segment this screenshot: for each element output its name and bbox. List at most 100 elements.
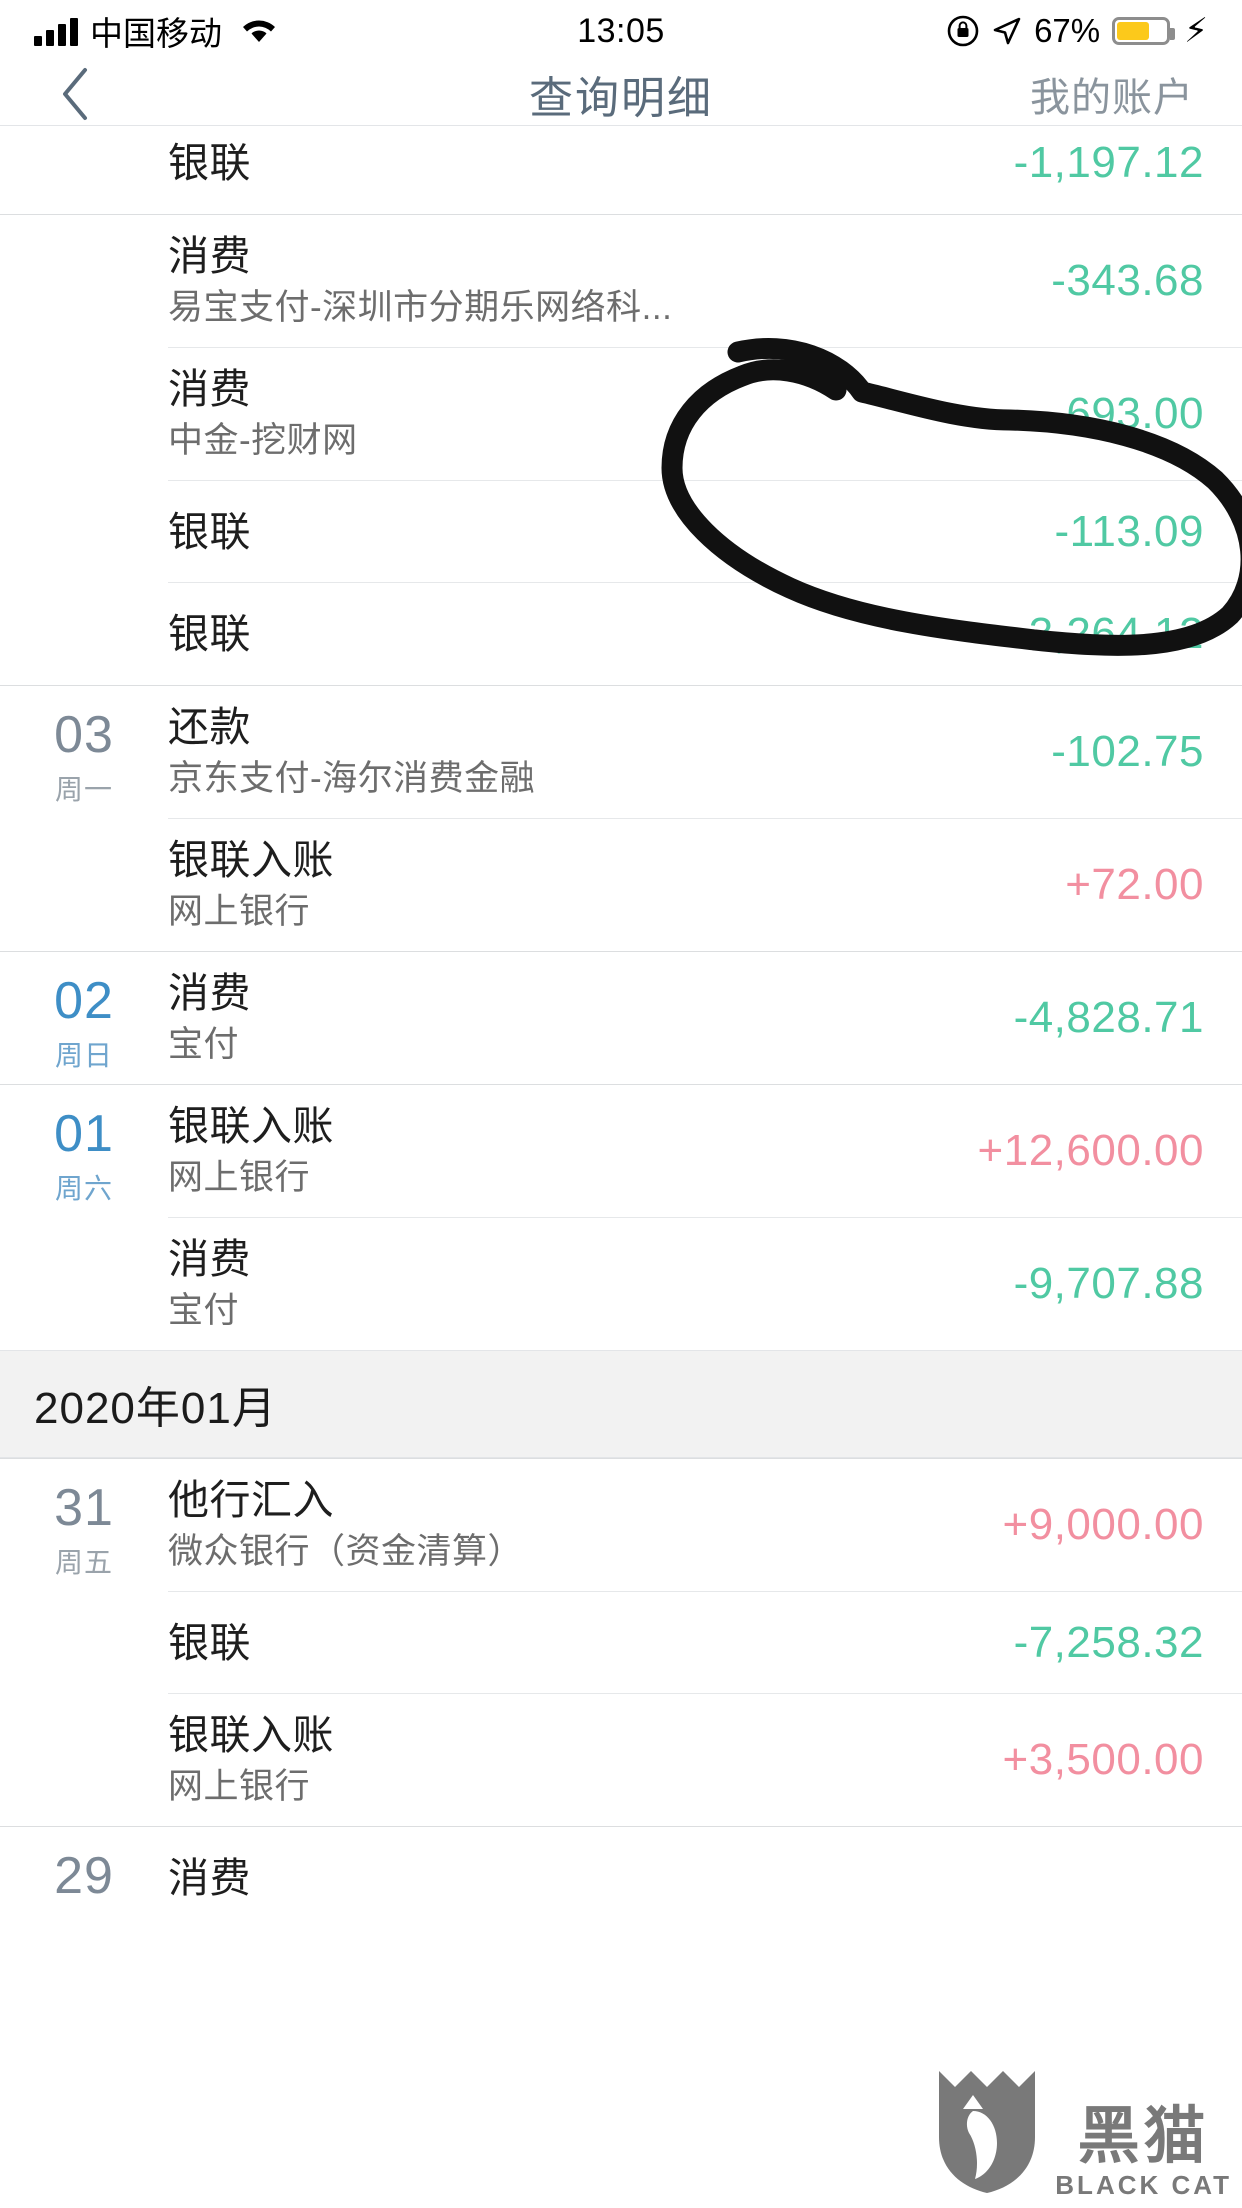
status-bar: 中国移动 13:05 67% ⚡ (0, 0, 1242, 62)
my-account-link[interactable]: 我的账户 (1030, 65, 1194, 123)
transaction-title: 银联 (168, 508, 251, 555)
date-column: 01 周六 (0, 1085, 168, 1350)
transaction-rows: 消费 易宝支付-深圳市分期乐网络科... -343.68 消费 中金-挖财网 -693.0… (168, 215, 1242, 685)
transaction-rows: 消费 宝付 -4,828.71 (168, 952, 1242, 1084)
transaction-text: 银联入账 网上银行 (168, 819, 1065, 951)
transaction-subtitle: 宝付 (168, 1291, 240, 1330)
transaction-amount: +3,500.00 (1002, 1735, 1204, 1784)
transaction-rows: 他行汇入 微众银行（资金清算） +9,000.00 银联 -7,258.32 银联入账 网上… (168, 1459, 1242, 1826)
transaction-text: 银联入账 网上银行 (168, 1085, 978, 1217)
transaction-groups: 银联 -1,197.12 消费 易宝支付-深圳市分期乐网络科... -343.68 消费中… (0, 126, 1242, 1350)
watermark-text: 黑猫 BLACK CAT (1055, 2102, 1232, 2201)
transaction-row[interactable]: 银联入账 网上银行 +3,500.00 (168, 1694, 1242, 1826)
transaction-amount: +9,000.00 (1002, 1500, 1204, 1549)
date-column (0, 215, 168, 685)
signal-bars-icon (34, 16, 78, 46)
transaction-amount: -343.68 (1051, 256, 1204, 305)
date-day: 02 (54, 972, 114, 1030)
date-column (0, 126, 168, 214)
transaction-title: 银联 (168, 611, 251, 657)
transaction-row[interactable]: 消费 宝付 -4,828.71 (168, 952, 1242, 1084)
watermark-cn: 黑猫 (1077, 2102, 1210, 2171)
transaction-text: 银联 (168, 126, 1014, 204)
transaction-amount: -1,197.12 (1013, 138, 1204, 187)
transaction-title: 银联 (168, 140, 251, 186)
transaction-title: 银联入账 (168, 837, 334, 883)
date-column: 31 周五 (0, 1459, 168, 1826)
watermark-en: BLACK CAT (1055, 2170, 1232, 2200)
transaction-subtitle: 网上银行 (168, 1767, 311, 1806)
transaction-amount: -693.00 (1051, 389, 1204, 438)
transaction-title: 消费 (168, 233, 251, 279)
date-day: 29 (54, 1847, 114, 1905)
status-bar-right: 67% ⚡ (946, 12, 1208, 50)
transaction-text: 消费易宝支付-深圳市分期乐网络科... (168, 215, 1051, 347)
transaction-subtitle: 京东支付-海尔消费金融 (168, 759, 536, 798)
month-header: 2020年01月 (0, 1350, 1242, 1458)
transaction-subtitle: 微众银行（资金清算） (168, 1532, 524, 1571)
transaction-rows: 还款 京东支付-海尔消费金融 -102.75 银联入账 网上银行 +72.00 (168, 686, 1242, 951)
transaction-text: 消费 宝付 (168, 1218, 1014, 1350)
transaction-subtitle: 宝付 (168, 1025, 240, 1064)
transaction-amount: -7,258.32 (1013, 1617, 1204, 1667)
cat-shield-icon (933, 2065, 1041, 2200)
transaction-amount: -3,264.12 (1013, 609, 1204, 658)
transaction-rows: 银联入账 网上银行 +12,600.00 消费 宝付 -9,707.88 (168, 1085, 1242, 1350)
transaction-title: 他行汇入 (168, 1477, 334, 1523)
date-column: 02 周日 (0, 952, 168, 1084)
transaction-date-group: 02 周日 消费 宝付 -4,828.71 (0, 951, 1242, 1084)
charging-bolt-icon: ⚡ (1184, 12, 1208, 50)
transaction-rows: 消费 (168, 1827, 1242, 1929)
transaction-text: 银联 (168, 491, 1055, 573)
transaction-date-group: 03 周一 还款 京东支付-海尔消费金融 -102.75 银联入账 网上银行 +72.00 (0, 685, 1242, 951)
transaction-title: 消费 (168, 1855, 251, 1901)
date-weekday: 周日 (54, 1040, 113, 1071)
transaction-amount: +72.00 (1065, 860, 1204, 909)
transaction-row[interactable]: 银联入账 网上银行 +72.00 (168, 819, 1242, 951)
transaction-title: 消费 (168, 1236, 251, 1282)
clipped-top-row[interactable]: 银联 -1,197.12 (0, 126, 1242, 214)
date-weekday: 周一 (54, 774, 113, 805)
transaction-text: 消费 宝付 (168, 952, 1014, 1084)
date-weekday: 周五 (54, 1547, 113, 1578)
transaction-date-group: 29 消费 (0, 1826, 1242, 1929)
rotation-lock-icon (946, 14, 980, 48)
battery-percent-label: 67% (1034, 12, 1101, 49)
transaction-date-group: 31 周五 他行汇入 微众银行（资金清算） +9,000.00 银联 -7,258.32 银联… (0, 1458, 1242, 1826)
transaction-row[interactable]: 银联 -113.09 (168, 481, 1242, 583)
transaction-row[interactable]: 银联入账 网上银行 +12,600.00 (168, 1085, 1242, 1218)
transaction-text: 银联入账 网上银行 (168, 1694, 1003, 1826)
transaction-title: 还款 (168, 704, 251, 750)
transaction-row[interactable]: 消费 宝付 -9,707.88 (168, 1218, 1242, 1350)
transaction-date-group: 银联 -1,197.12 (0, 126, 1242, 214)
transaction-title: 银联入账 (168, 1103, 334, 1149)
transaction-row[interactable]: 消费 (168, 1827, 1242, 1929)
transaction-text: 还款京东支付-海尔消费金融 (168, 686, 1051, 818)
transaction-amount: -4,828.71 (1013, 993, 1204, 1042)
transaction-row[interactable]: 他行汇入微众银行（资金清算） +9,000.00 (168, 1459, 1242, 1592)
transaction-text: 银联 (168, 593, 1014, 675)
date-weekday: 周六 (54, 1173, 113, 1204)
transaction-title: 银联 (168, 1619, 251, 1666)
transaction-row[interactable]: 消费 易宝支付-深圳市分期乐网络科... -343.68 (168, 215, 1242, 348)
transaction-groups-secondary: 31 周五 他行汇入 微众银行（资金清算） +9,000.00 银联 -7,258.32 银联… (0, 1458, 1242, 1929)
transaction-subtitle: 易宝支付-深圳市分期乐网络科... (168, 288, 673, 327)
date-day: 31 (54, 1479, 114, 1537)
date-column: 29 (0, 1827, 168, 1929)
date-day: 01 (54, 1105, 114, 1163)
transaction-row[interactable]: 消费 中金-挖财网 -693.00 (168, 348, 1242, 481)
transaction-list[interactable]: 银联 -1,197.12 消费 易宝支付-深圳市分期乐网络科... -343.68 消费中… (0, 126, 1242, 1929)
battery-icon (1112, 17, 1176, 45)
transaction-text: 消费 (168, 1837, 1204, 1919)
transaction-text: 银联 (168, 1602, 1014, 1684)
transaction-date-group: 消费 易宝支付-深圳市分期乐网络科... -343.68 消费 中金-挖财网 -693.0… (0, 214, 1242, 685)
transaction-row[interactable]: 银联 -7,258.32 (168, 1592, 1242, 1694)
location-arrow-icon (992, 16, 1022, 46)
transaction-title: 银联入账 (168, 1712, 334, 1758)
transaction-title: 消费 (168, 366, 251, 412)
transaction-row[interactable]: 还款 京东支付-海尔消费金融 -102.75 (168, 686, 1242, 819)
wifi-icon (240, 16, 278, 46)
transaction-amount: -113.09 (1054, 506, 1204, 556)
transaction-row[interactable]: 银联 -3,264.12 (168, 583, 1242, 685)
transaction-row[interactable]: 银联 -1,197.12 (168, 126, 1242, 214)
